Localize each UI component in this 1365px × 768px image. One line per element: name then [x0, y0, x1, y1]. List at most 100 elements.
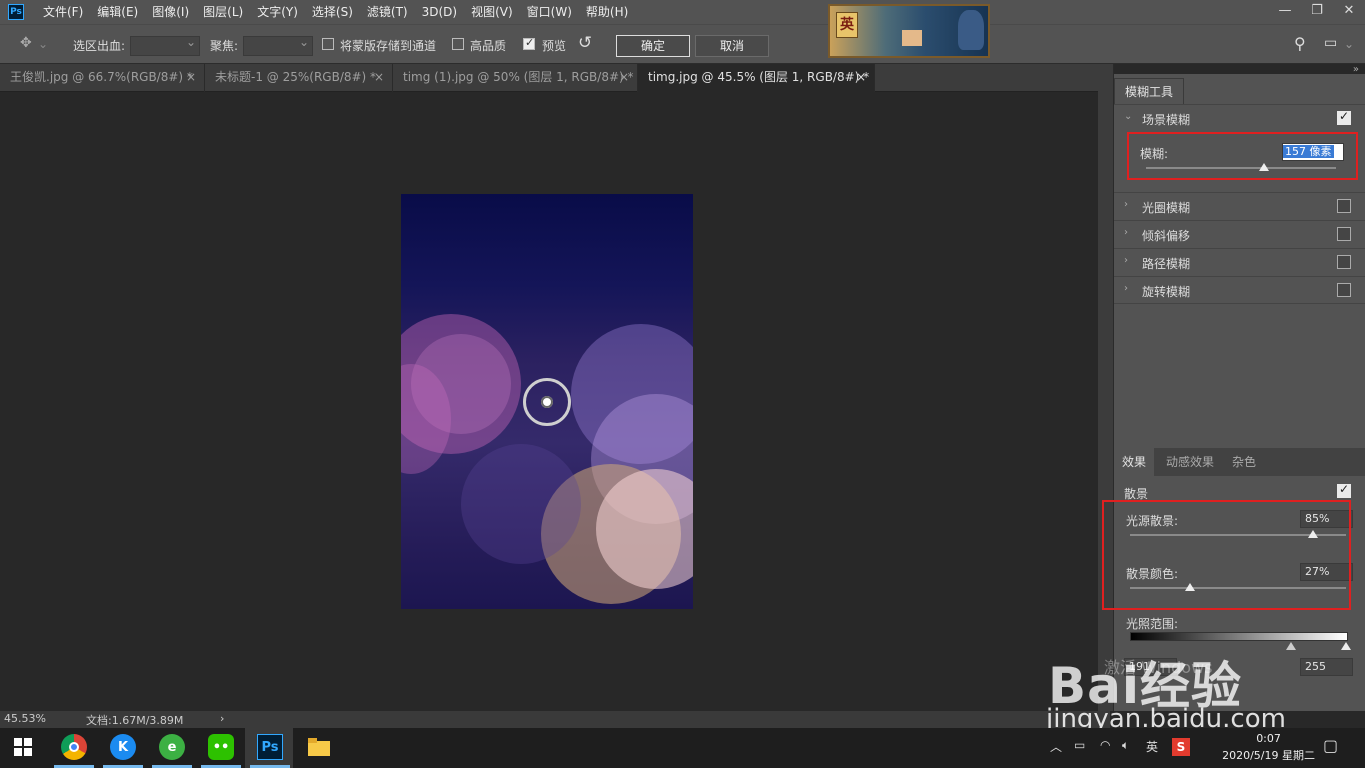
volume-icon[interactable]: 🔈︎ — [1122, 738, 1129, 753]
menu-help[interactable]: 帮助(H) — [579, 0, 635, 24]
search-icon[interactable]: ⚲ — [1294, 34, 1306, 53]
blurred-image[interactable] — [401, 194, 693, 609]
bokeh-checkbox[interactable] — [1337, 482, 1351, 498]
menu-view[interactable]: 视图(V) — [464, 0, 520, 24]
menu-window[interactable]: 窗口(W) — [520, 0, 579, 24]
menu-image[interactable]: 图像(I) — [145, 0, 196, 24]
document-tab-bar: 王俊凯.jpg @ 66.7%(RGB/8#) * × 未标题-1 @ 25%(… — [0, 64, 1110, 92]
path-blur-checkbox[interactable] — [1337, 255, 1351, 269]
document-info: 文档:1.67M/3.89M — [86, 714, 184, 727]
photoshop-logo-icon[interactable]: Ps — [8, 4, 24, 20]
high-quality-checkbox[interactable] — [452, 38, 464, 50]
iris-blur-checkbox[interactable] — [1337, 199, 1351, 213]
wifi-icon[interactable]: ◠ — [1100, 738, 1110, 752]
panel-collapse-strip[interactable] — [1098, 64, 1114, 711]
restore-button[interactable]: ❐ — [1301, 0, 1333, 24]
field-blur-checkbox[interactable] — [1337, 109, 1351, 125]
tab-effects[interactable]: 效果 — [1114, 448, 1155, 476]
chevron-right-icon[interactable]: › — [1124, 283, 1128, 294]
field-blur-label: 场景模糊 — [1142, 113, 1191, 127]
tilt-shift-section[interactable]: › 倾斜偏移 — [1114, 220, 1365, 248]
minimize-button[interactable]: — — [1269, 0, 1301, 24]
high-quality-label: 高品质 — [470, 39, 507, 53]
show-hidden-icons-icon[interactable]: ︿ — [1050, 738, 1062, 755]
menu-filter[interactable]: 滤镜(T) — [360, 0, 415, 24]
tilt-shift-checkbox[interactable] — [1337, 227, 1351, 241]
document-tab[interactable]: timg (1).jpg @ 50% (图层 1, RGB/8#) * × — [393, 64, 638, 92]
selection-bleed-input[interactable] — [130, 35, 200, 56]
save-mask-checkbox[interactable] — [322, 38, 334, 50]
highlight-box — [1127, 132, 1358, 180]
chevron-right-icon[interactable]: › — [1124, 255, 1128, 266]
zoom-level[interactable]: 45.53% — [4, 712, 46, 725]
close-tab-icon[interactable]: × — [619, 64, 629, 90]
preview-checkbox[interactable] — [523, 36, 535, 50]
tab-noise[interactable]: 杂色 — [1224, 448, 1264, 476]
focus-input[interactable] — [243, 35, 313, 56]
windows-start-icon[interactable] — [10, 734, 36, 760]
spin-blur-label: 旋转模糊 — [1142, 285, 1191, 299]
menu-3d[interactable]: 3D(D) — [415, 0, 464, 24]
tool-preset-dropdown-icon[interactable]: ⌄ — [38, 37, 48, 51]
menu-type[interactable]: 文字(Y) — [250, 0, 305, 24]
light-range-gradient[interactable] — [1130, 632, 1348, 641]
tab-motion-effects[interactable]: 动感效果 — [1158, 448, 1222, 476]
cancel-button[interactable]: 取消 — [695, 35, 769, 57]
focus-label: 聚焦: — [210, 39, 239, 53]
wechat-icon[interactable]: •• — [208, 734, 234, 760]
spin-blur-checkbox[interactable] — [1337, 283, 1351, 297]
highlight-box — [1102, 500, 1351, 610]
status-bar: 45.53% 文档:1.67M/3.89M › — [0, 711, 1110, 728]
iris-blur-label: 光圈模糊 — [1142, 201, 1191, 215]
close-tab-icon[interactable]: × — [856, 64, 866, 90]
window-controls: — ❐ ✕ — [1269, 0, 1365, 24]
spin-blur-section[interactable]: › 旋转模糊 — [1114, 276, 1365, 304]
light-range-label: 光照范围: — [1126, 617, 1179, 631]
menu-layer[interactable]: 图层(L) — [196, 0, 250, 24]
path-blur-section[interactable]: › 路径模糊 — [1114, 248, 1365, 276]
chevron-right-icon[interactable]: › — [1124, 199, 1128, 210]
save-mask-label: 将蒙版存储到通道 — [340, 39, 437, 53]
tilt-shift-label: 倾斜偏移 — [1142, 229, 1191, 243]
close-tab-icon[interactable]: × — [374, 64, 384, 90]
iris-blur-section[interactable]: › 光圈模糊 — [1114, 192, 1365, 220]
reset-icon[interactable]: ↺ — [578, 33, 592, 53]
file-explorer-icon[interactable] — [306, 734, 332, 760]
workspace-icon[interactable]: ▭ — [1324, 35, 1337, 51]
ime-indicator[interactable]: 英 — [1146, 738, 1158, 755]
360-browser-icon[interactable]: e — [159, 734, 185, 760]
banner-decoration — [902, 30, 922, 46]
ok-button[interactable]: 确定 — [616, 35, 690, 57]
document-tab[interactable]: 未标题-1 @ 25%(RGB/8#) * × — [205, 64, 393, 92]
collapse-panels-icon[interactable]: » — [1353, 64, 1359, 75]
menu-edit[interactable]: 编辑(E) — [90, 0, 145, 24]
menu-select[interactable]: 选择(S) — [305, 0, 360, 24]
menu-file[interactable]: 文件(F) — [36, 0, 90, 24]
clock-time: 0:07 — [1256, 732, 1281, 745]
document-tab-active[interactable]: timg.jpg @ 45.5% (图层 1, RGB/8#) * × — [638, 64, 875, 92]
chrome-icon[interactable] — [61, 734, 87, 760]
sogou-input-icon[interactable]: S — [1172, 738, 1190, 756]
workspace-dropdown-icon[interactable]: ⌄ — [1344, 37, 1354, 51]
chevron-down-icon[interactable]: ⌄ — [1124, 111, 1132, 122]
document-tab[interactable]: 王俊凯.jpg @ 66.7%(RGB/8#) * × — [0, 64, 205, 92]
document-tab-label: 王俊凯.jpg @ 66.7%(RGB/8#) * — [10, 70, 193, 84]
battery-icon[interactable]: ▭ — [1074, 738, 1085, 752]
pin-tool-icon[interactable]: ✥ — [20, 35, 32, 51]
notification-center-icon[interactable]: ▢ — [1323, 736, 1338, 755]
close-button[interactable]: ✕ — [1333, 0, 1365, 24]
chevron-right-icon[interactable]: › — [1124, 227, 1128, 238]
blur-pin-handle[interactable] — [523, 378, 571, 426]
options-bar: ✥ ⌄ 选区出血: 聚焦: 将蒙版存储到通道 高品质 预览 ↺ 确定 取消 ⚲ … — [0, 24, 1365, 64]
selection-bleed-label: 选区出血: — [73, 39, 126, 53]
banner-image: 英 — [828, 4, 990, 58]
tab-blur-tools[interactable]: 模糊工具 — [1114, 78, 1185, 104]
banner-badge-icon: 英 — [836, 12, 858, 38]
status-menu-arrow-icon[interactable]: › — [220, 712, 224, 725]
system-clock[interactable]: 0:07 2020/5/19 星期二 — [1222, 730, 1315, 764]
photoshop-icon[interactable]: Ps — [257, 734, 283, 760]
canvas-area[interactable] — [0, 92, 1098, 711]
kugou-icon[interactable]: K — [110, 734, 136, 760]
close-tab-icon[interactable]: × — [186, 64, 196, 90]
banner-character — [958, 10, 984, 50]
